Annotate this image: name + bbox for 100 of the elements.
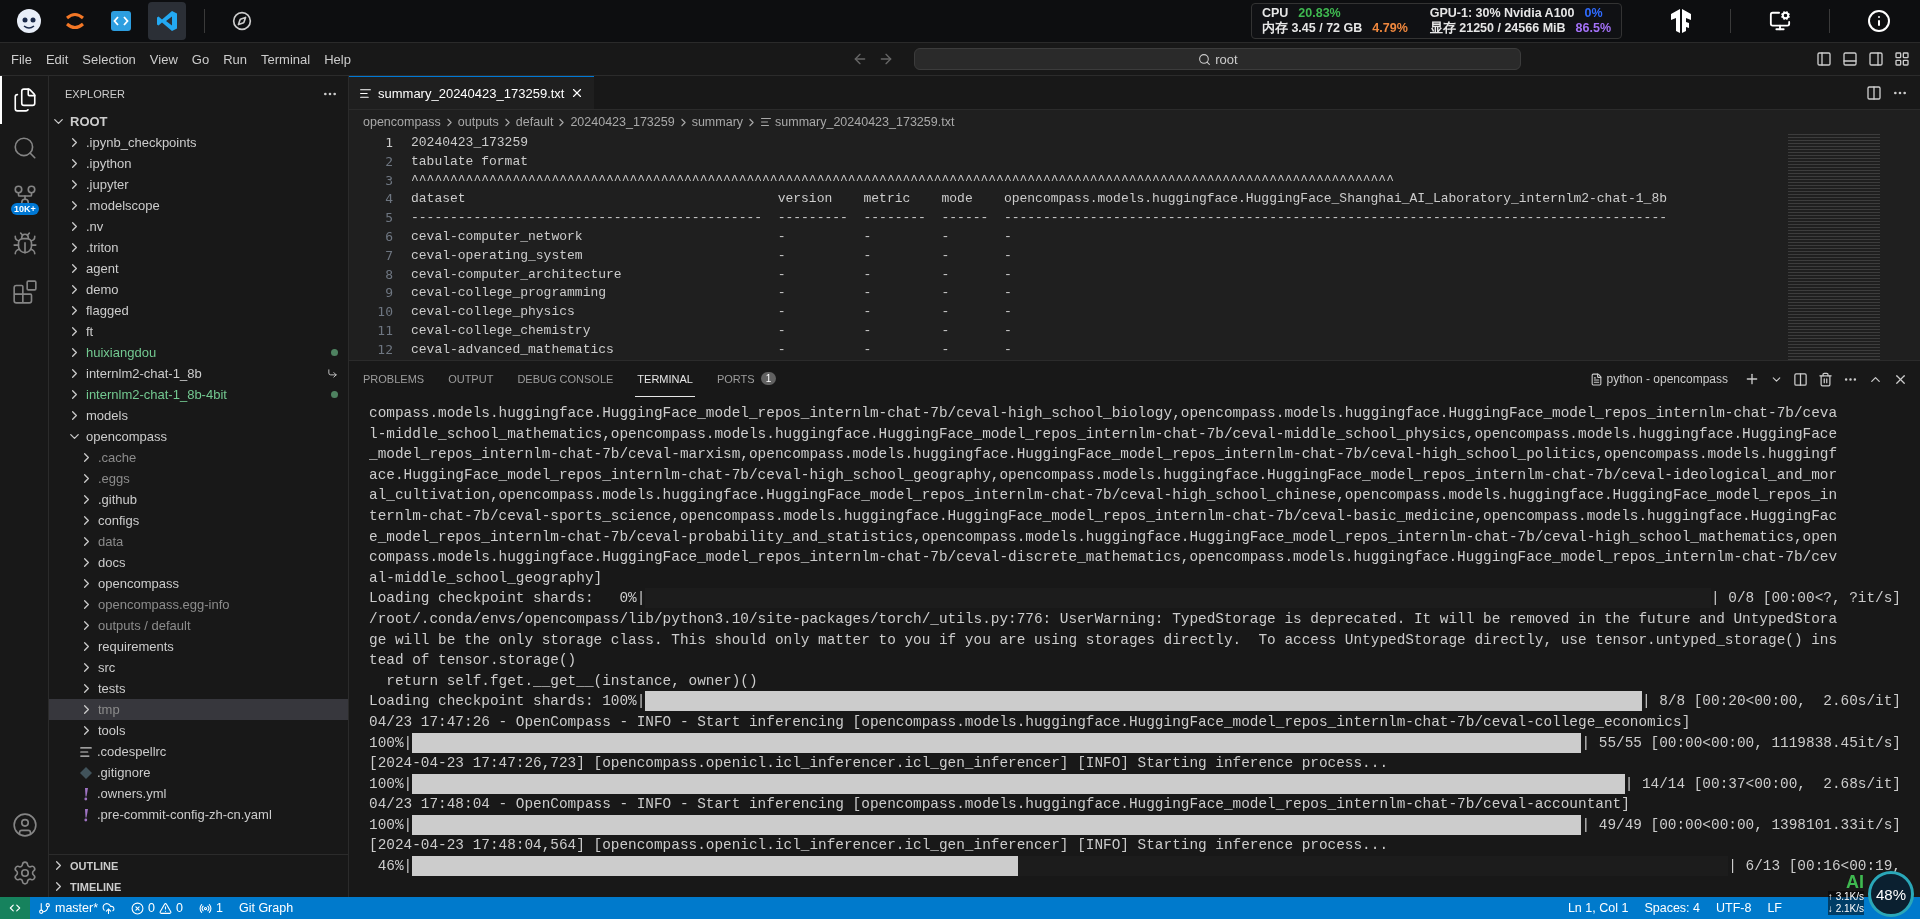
panel-tab[interactable]: PROBLEMS <box>361 361 427 397</box>
menu-item[interactable]: Selection <box>75 48 143 70</box>
monitor-icon[interactable] <box>1769 10 1791 32</box>
folder-tree-item[interactable]: ft <box>49 321 348 342</box>
breadcrumb-item[interactable]: opencompass <box>363 115 441 129</box>
terminal-text: ge will be the only storage class. This should only matter to you if you are using storages directly. To access UntypedStorage directly, use tensor.untyped_storage() ins <box>369 630 1838 650</box>
activity-button[interactable]: 10K+ <box>0 172 48 220</box>
menu-item[interactable]: Run <box>216 48 254 70</box>
stat-value: 86.5% <box>1575 21 1611 36</box>
search-icon <box>12 135 38 161</box>
folder-tree-item[interactable]: agent <box>49 258 348 279</box>
editor-tab[interactable]: summary_20240423_173259.txt <box>349 76 595 109</box>
breadcrumb-item[interactable]: summary_20240423_173259.txt <box>760 115 955 129</box>
folder-tree-item[interactable]: opencompass <box>49 573 348 594</box>
git-graph-button[interactable]: Git Graph <box>230 897 302 919</box>
folder-tree-item[interactable]: tools <box>49 720 348 741</box>
line-number: 11 <box>376 321 393 340</box>
folder-tree-item[interactable]: internlm2-chat-1_8b <box>49 363 348 384</box>
menu-item[interactable]: File <box>4 48 39 70</box>
panel-left-icon[interactable] <box>1816 51 1832 67</box>
ribbon-logo-icon <box>156 10 178 32</box>
folder-tree-item[interactable]: flagged <box>49 300 348 321</box>
section-header[interactable]: TIMELINE <box>49 876 348 897</box>
folder-tree-item[interactable]: .modelscope <box>49 195 348 216</box>
panel-bottom-icon[interactable] <box>1842 51 1858 67</box>
folder-tree-item[interactable]: data <box>49 531 348 552</box>
folder-tree-item[interactable]: demo <box>49 279 348 300</box>
branch-button[interactable]: master* <box>30 897 124 919</box>
folder-tree-item[interactable]: .cache <box>49 447 348 468</box>
file-tree-item[interactable]: .pre-commit-config-zh-cn.yaml <box>49 804 348 825</box>
menu-item[interactable]: View <box>142 48 185 70</box>
folder-tree-item[interactable]: tmp <box>49 699 348 720</box>
folder-tree-item[interactable]: .nv <box>49 216 348 237</box>
lines-icon <box>760 116 773 128</box>
problems-button[interactable]: 0 0 <box>123 897 191 919</box>
terminal-text: al_cultivation,opencompass.models.huggingface.HuggingFace_model_repos_internlm-chat-7b/ceval-high_school_chinese,opencompass.models.huggingface.HuggingFace_model_repos_in <box>369 486 1838 506</box>
folder-tree-item[interactable]: .github <box>49 489 348 510</box>
status-item[interactable]: UTF-8 <box>1708 897 1760 919</box>
logo-icon[interactable] <box>1670 9 1692 33</box>
folder-tree-item[interactable]: models <box>49 405 348 426</box>
status-item[interactable]: Spaces: 4 <box>1636 897 1708 919</box>
folder-tree-item[interactable]: tests <box>49 678 348 699</box>
settings-icon <box>12 860 38 886</box>
folder-tree-item[interactable]: huixiangdou <box>49 342 348 363</box>
code-line: ceval-advanced_mathematics - - - - <box>411 340 1013 359</box>
folder-tree-item[interactable]: src <box>49 657 348 678</box>
trash-icon[interactable] <box>1818 371 1833 387</box>
panel-tab[interactable]: DEBUG CONSOLE <box>515 361 616 397</box>
folder-tree-item[interactable]: docs <box>49 552 348 573</box>
terminal-text: compass.models.huggingface.HuggingFace_model_repos_internlm-chat-7b/ceval-high_school_biology,opencompass.models.huggingface.HuggingFace_model_repos_internlm-chat-7b/ceva <box>369 404 1838 423</box>
code-line: ceval-college_physics - - - - <box>411 303 1013 322</box>
remote-button[interactable] <box>0 897 30 919</box>
folder-tree-item[interactable]: opencompass <box>49 426 348 447</box>
stat-value: 0% <box>1584 6 1603 21</box>
terminal-text: e_model_repos_internlm-chat-7b/ceval-probability_and_statistics,opencompass.models.huggingface.HuggingFace_model_repos_internlm-chat-7b/ceval-high_school_mathematics,open <box>369 527 1838 547</box>
code-line: ceval-college_chemistry - - - - <box>411 321 1013 340</box>
status-item[interactable]: Ln 1, Col 1 <box>1559 897 1637 919</box>
menu-item[interactable]: Help <box>317 48 358 70</box>
terminal-selector[interactable]: python - opencompass <box>1583 371 1734 387</box>
ports-button[interactable]: 1 <box>191 897 231 919</box>
antenna-icon <box>199 901 212 915</box>
panel-tab[interactable]: TERMINAL <box>635 361 695 397</box>
panel-right-icon[interactable] <box>1868 51 1884 67</box>
folder-tree-item[interactable]: .triton <box>49 237 348 258</box>
terminal-icon <box>1589 372 1603 386</box>
terminal-text: compass.models.huggingface.HuggingFace_model_repos_internlm-chat-7b/ceval-discrete_mathematics,opencompass.models.huggingface.HuggingFace_model_repos_internlm-chat-7b/cev <box>369 548 1838 568</box>
menu-item[interactable]: Terminal <box>254 48 318 70</box>
code-line: ceval-operating_system - - - - <box>411 246 1013 265</box>
folder-tree-item[interactable]: outputs / default <box>49 615 348 636</box>
info-icon[interactable] <box>1867 9 1891 33</box>
folder-tree-item[interactable]: configs <box>49 510 348 531</box>
panel-tab[interactable]: OUTPUT <box>446 361 496 397</box>
line-number: 6 <box>384 228 393 246</box>
file-tree-item[interactable]: .owners.yml <box>49 783 348 804</box>
folder-tree-item[interactable]: .jupyter <box>49 174 348 195</box>
file-tree-item[interactable]: .codespellrc <box>49 741 348 762</box>
menu-item[interactable]: Go <box>184 48 217 70</box>
split-editor-icon[interactable] <box>1866 84 1882 101</box>
menu-item[interactable]: Edit <box>38 48 76 70</box>
branch-icon <box>38 901 51 915</box>
split-terminal-icon[interactable] <box>1793 371 1808 387</box>
panel-tab[interactable]: PORTS 1 <box>714 361 779 397</box>
root-folder-item[interactable]: ROOT <box>49 111 348 132</box>
breadcrumb-item[interactable]: outputs <box>457 115 499 129</box>
section-header[interactable]: OUTLINE <box>49 855 348 876</box>
lines-icon <box>79 744 93 759</box>
command-center[interactable]: root <box>914 48 1522 70</box>
folder-tree-item[interactable]: .ipynb_checkpoints <box>49 132 348 153</box>
folder-tree-item[interactable]: opencompass.egg-info <box>49 594 348 615</box>
breadcrumb-item[interactable]: default <box>515 115 554 129</box>
folder-tree-item[interactable]: internlm2-chat-1_8b-4bit <box>49 384 348 405</box>
folder-tree-item[interactable]: .ipython <box>49 153 348 174</box>
layout-icon[interactable] <box>1894 51 1910 67</box>
breadcrumb-item[interactable]: summary <box>691 115 744 129</box>
status-item[interactable]: LF <box>1759 897 1790 919</box>
file-tree-item[interactable]: .gitignore <box>49 762 348 783</box>
new-terminal-icon[interactable] <box>1744 371 1760 387</box>
folder-tree-item[interactable]: requirements <box>49 636 348 657</box>
breadcrumb-item[interactable]: 20240423_173259 <box>570 115 675 129</box>
folder-tree-item[interactable]: .eggs <box>49 468 348 489</box>
